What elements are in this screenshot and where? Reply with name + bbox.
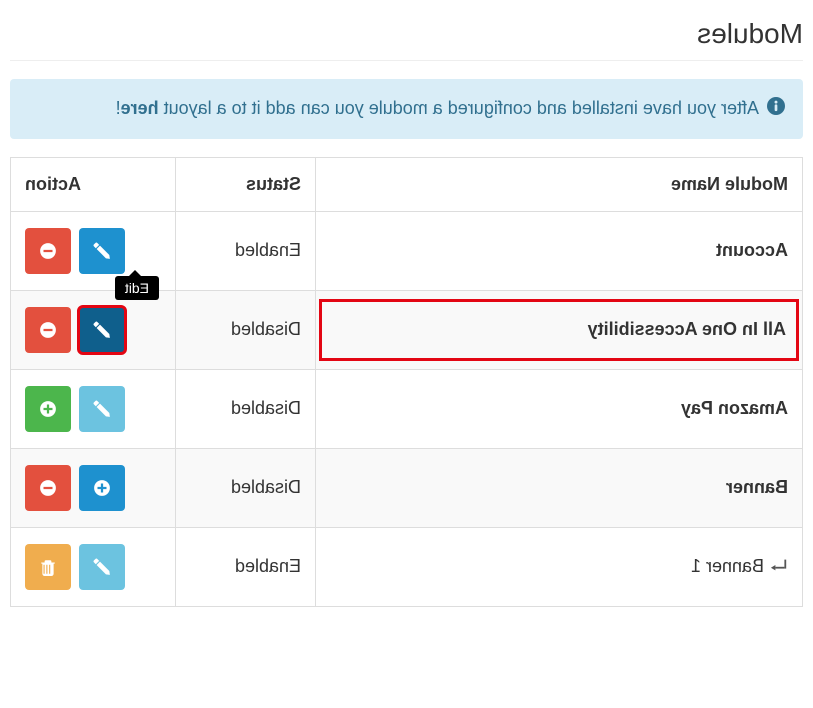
- module-status: Enabled: [176, 211, 316, 290]
- module-actions: [11, 369, 176, 448]
- module-name-cell: All In One Accessibility: [316, 290, 803, 369]
- module-status: Disabled: [176, 369, 316, 448]
- add-button[interactable]: [79, 465, 125, 511]
- edit-button[interactable]: [79, 228, 125, 274]
- col-header-module: Module Name: [316, 157, 803, 211]
- uninstall-button[interactable]: [25, 228, 71, 274]
- edit-button[interactable]: [79, 307, 125, 353]
- modules-table: Module Name Status Action Account Enabled…: [10, 157, 803, 607]
- info-layout-link[interactable]: here: [121, 98, 159, 118]
- indent-icon: [770, 557, 788, 578]
- module-name: Banner 1: [691, 556, 764, 576]
- module-name: Amazon Pay: [681, 398, 788, 418]
- install-button[interactable]: [25, 386, 71, 432]
- col-header-status: Status: [176, 157, 316, 211]
- info-text-after: !: [116, 98, 121, 118]
- edit-tooltip: Edit: [115, 276, 159, 300]
- module-name-cell: Amazon Pay: [316, 369, 803, 448]
- module-actions: [11, 448, 176, 527]
- delete-button[interactable]: [25, 544, 71, 590]
- uninstall-button[interactable]: [25, 465, 71, 511]
- info-icon: [767, 96, 785, 123]
- uninstall-button[interactable]: [25, 307, 71, 353]
- module-name-cell: Banner 1: [316, 527, 803, 606]
- module-status: Disabled: [176, 448, 316, 527]
- module-name-cell: Banner: [316, 448, 803, 527]
- col-header-action: Action: [11, 157, 176, 211]
- highlighted-module: All In One Accessibility: [319, 299, 799, 361]
- module-name: Account: [716, 240, 788, 260]
- info-text-before: After you have installed and configured …: [159, 98, 759, 118]
- edit-button[interactable]: [79, 386, 125, 432]
- info-alert: After you have installed and configured …: [10, 79, 803, 139]
- module-name-cell: Account: [316, 211, 803, 290]
- module-actions: [11, 290, 176, 369]
- page-title: Modules: [10, 10, 803, 61]
- module-status: Enabled: [176, 527, 316, 606]
- module-status: Disabled: [176, 290, 316, 369]
- module-actions: Edit: [11, 211, 176, 290]
- module-name: Banner: [726, 477, 788, 497]
- module-actions: [11, 527, 176, 606]
- edit-button[interactable]: [79, 544, 125, 590]
